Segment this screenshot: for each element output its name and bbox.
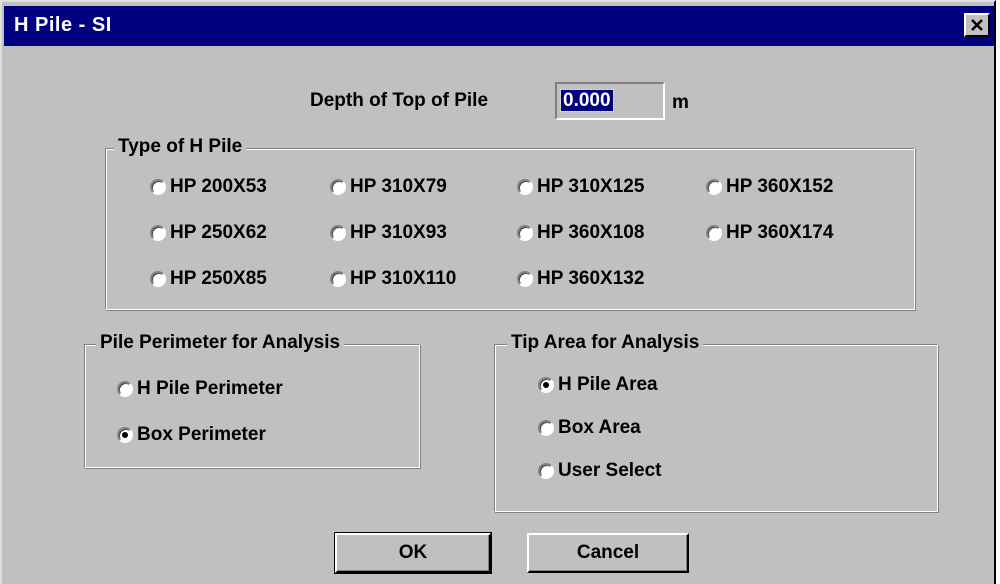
radio-circle [330, 271, 346, 287]
depth-input[interactable]: 0.000 [555, 82, 665, 120]
radio-hp-360x132[interactable]: HP 360X132 [517, 268, 644, 290]
radio-h-pile-perimeter[interactable]: H Pile Perimeter [117, 378, 283, 400]
radio-hp-310x93[interactable]: HP 310X93 [330, 222, 447, 244]
cancel-button[interactable]: Cancel [527, 533, 689, 573]
radio-circle [706, 225, 722, 241]
radio-hp-250x62[interactable]: HP 250X62 [150, 222, 267, 244]
radio-circle [517, 225, 533, 241]
tip-area-group-legend: Tip Area for Analysis [507, 332, 704, 354]
h-pile-dialog: H Pile - SI Depth of Top of Pile 0.000 m… [0, 0, 996, 584]
ok-button[interactable]: OK [334, 532, 492, 574]
close-x-icon [971, 19, 983, 31]
radio-hp-360x174[interactable]: HP 360X174 [706, 222, 833, 244]
radio-label: HP 360X108 [537, 222, 645, 243]
radio-label: Box Perimeter [137, 424, 266, 445]
radio-circle [150, 225, 166, 241]
type-group-legend: Type of H Pile [114, 136, 247, 158]
radio-circle [517, 271, 533, 287]
radio-label: HP 250X85 [170, 268, 267, 289]
radio-circle-selected [538, 377, 554, 393]
radio-circle [150, 179, 166, 195]
radio-label: HP 250X62 [170, 222, 267, 243]
radio-label: HP 360X132 [537, 268, 645, 289]
radio-label: HP 200X53 [170, 176, 267, 197]
radio-hp-310x110[interactable]: HP 310X110 [330, 268, 456, 290]
radio-label: HP 310X125 [537, 176, 645, 197]
radio-label: User Select [558, 460, 662, 481]
radio-hp-200x53[interactable]: HP 200X53 [150, 176, 267, 198]
depth-value: 0.000 [560, 89, 614, 112]
ok-button-label: OK [398, 542, 428, 563]
radio-label: H Pile Area [558, 374, 658, 395]
radio-user-select[interactable]: User Select [538, 460, 662, 482]
close-button[interactable] [964, 13, 990, 37]
radio-circle [538, 420, 554, 436]
radio-circle [706, 179, 722, 195]
radio-label: HP 310X93 [350, 222, 447, 243]
perimeter-group-legend: Pile Perimeter for Analysis [96, 332, 345, 354]
radio-h-pile-area[interactable]: H Pile Area [538, 374, 658, 396]
radio-hp-250x85[interactable]: HP 250X85 [150, 268, 267, 290]
radio-circle [150, 271, 166, 287]
radio-label: HP 310X79 [350, 176, 447, 197]
radio-circle [117, 381, 133, 397]
radio-circle [538, 463, 554, 479]
radio-hp-360x108[interactable]: HP 360X108 [517, 222, 644, 244]
window-title: H Pile - SI [14, 14, 112, 36]
radio-hp-360x152[interactable]: HP 360X152 [706, 176, 833, 198]
radio-circle-selected [117, 427, 133, 443]
radio-label: HP 360X152 [726, 176, 834, 197]
radio-circle [330, 179, 346, 195]
radio-circle [330, 225, 346, 241]
radio-box-perimeter[interactable]: Box Perimeter [117, 424, 266, 446]
perimeter-group [84, 344, 420, 468]
depth-unit: m [672, 92, 689, 113]
radio-label: H Pile Perimeter [137, 378, 283, 399]
radio-label: HP 310X110 [350, 268, 457, 289]
radio-box-area[interactable]: Box Area [538, 417, 641, 439]
radio-label: Box Area [558, 417, 641, 438]
radio-hp-310x79[interactable]: HP 310X79 [330, 176, 447, 198]
title-bar[interactable]: H Pile - SI [4, 6, 994, 46]
radio-hp-310x125[interactable]: HP 310X125 [517, 176, 644, 198]
radio-label: HP 360X174 [726, 222, 834, 243]
radio-circle [517, 179, 533, 195]
depth-label: Depth of Top of Pile [310, 90, 489, 111]
cancel-button-label: Cancel [576, 542, 640, 563]
